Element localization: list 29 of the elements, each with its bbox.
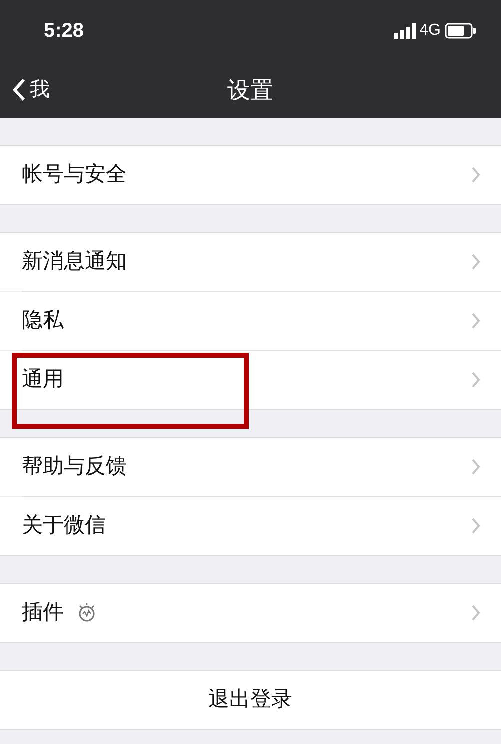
signal-icon: [394, 23, 416, 39]
battery-icon: [445, 23, 477, 39]
row-label: 插件: [22, 600, 64, 626]
settings-row[interactable]: 帮助与反馈: [0, 438, 501, 496]
chevron-right-icon: [471, 604, 481, 622]
chevron-right-icon: [471, 166, 481, 184]
status-time: 5:28: [44, 19, 84, 44]
chevron-right-icon: [471, 371, 481, 389]
settings-row[interactable]: 关于微信: [0, 497, 501, 555]
row-label: 隐私: [22, 308, 64, 334]
network-type: 4G: [420, 21, 441, 41]
logout-button[interactable]: 退出登录: [0, 671, 501, 729]
back-chevron-icon: [12, 78, 26, 102]
settings-row[interactable]: 通用: [0, 351, 501, 409]
settings-row[interactable]: 隐私: [0, 292, 501, 350]
settings-row[interactable]: 新消息通知: [0, 233, 501, 291]
chevron-right-icon: [471, 517, 481, 535]
settings-row[interactable]: 插件: [0, 584, 501, 642]
row-label: 通用: [22, 367, 64, 394]
chevron-right-icon: [471, 253, 481, 271]
row-label: 关于微信: [22, 513, 106, 540]
row-label: 帐号与安全: [22, 162, 127, 188]
settings-row[interactable]: 帐号与安全: [0, 146, 501, 204]
screen-title: 设置: [228, 76, 274, 105]
chevron-right-icon: [471, 312, 481, 330]
row-label: 帮助与反馈: [22, 454, 127, 480]
row-label: 新消息通知: [22, 249, 127, 276]
chevron-right-icon: [471, 458, 481, 476]
back-button[interactable]: 我: [12, 75, 50, 105]
